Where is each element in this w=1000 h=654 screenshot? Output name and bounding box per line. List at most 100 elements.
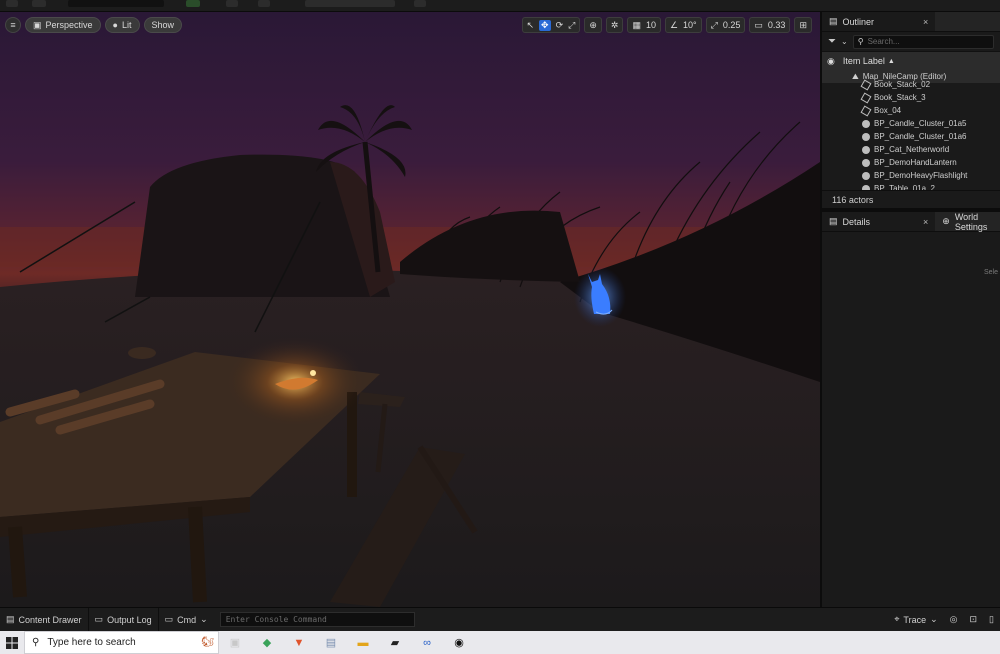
content-drawer-button[interactable]: ▤ Content Drawer (0, 608, 89, 631)
photos-app-icon[interactable]: ▤ (315, 631, 347, 654)
outliner-item[interactable]: Book_Stack_02 (822, 78, 1000, 91)
select-icon[interactable]: ↖ (527, 20, 535, 31)
mode-icon[interactable] (32, 0, 46, 7)
grid-snap[interactable]: ▦ 10 (627, 17, 661, 33)
file-explorer-icon[interactable]: ▬ (347, 631, 379, 654)
meta-app-icon[interactable]: ∞ (411, 631, 443, 654)
source-control-icon[interactable]: ⊡ (964, 608, 984, 631)
outliner-item-label: BP_Table_01a_2 (874, 184, 935, 190)
outliner-item[interactable]: BP_DemoHandLantern (822, 156, 1000, 169)
static-mesh-icon (860, 92, 872, 103)
lit-button[interactable]: ● Lit (104, 17, 140, 33)
layout-icon: ⊞ (799, 19, 807, 30)
camera-speed[interactable]: ▭ 0.33 (749, 17, 791, 33)
blueprint-icon (862, 171, 870, 180)
viewport-menu-button[interactable]: ≡ (5, 17, 21, 33)
blueprint-icon (862, 184, 870, 190)
details-tab-bar: ▤ Details × ⊕ World Settings (822, 212, 1000, 232)
close-icon[interactable]: × (923, 217, 928, 227)
outliner-item-label: BP_Candle_Cluster_01a6 (874, 132, 967, 141)
static-mesh-icon (860, 105, 872, 116)
outliner-item[interactable]: BP_Candle_Cluster_01a6 (822, 130, 1000, 143)
save-icon[interactable] (6, 0, 18, 7)
outliner-item-label: Box_04 (874, 106, 902, 115)
outliner-item-label: Book_Stack_3 (874, 93, 926, 102)
blueprint-icon (862, 132, 870, 141)
visibility-eye-icon[interactable]: ◉ (827, 56, 835, 67)
unreal-engine-icon[interactable]: ◉ (443, 631, 475, 654)
taskbar-search-input[interactable]: ⚲ Type here to search 🐿 (24, 631, 219, 654)
rotate-icon[interactable]: ⟳ (556, 20, 564, 31)
terminal-icon: ▭ (164, 614, 174, 624)
platforms-icon[interactable] (414, 0, 426, 7)
play-controls[interactable] (305, 0, 395, 7)
outliner-item[interactable]: BP_Candle_Cluster_01a5 (822, 117, 1000, 130)
outliner-item[interactable]: Box_04 (822, 104, 1000, 117)
windows-start-button[interactable] (0, 631, 24, 654)
cmd-dropdown[interactable]: ▭ Cmd ⌄ (159, 608, 214, 631)
rotation-snap[interactable]: ∠ 10° (664, 17, 702, 33)
outliner-item-label: BP_Cat_Netherworld (874, 145, 950, 154)
blueprint-icon (862, 158, 870, 167)
revision-control-icon[interactable]: ▯ (983, 608, 1000, 631)
angle-icon: ∠ (669, 19, 679, 30)
outliner-item-label: BP_Candle_Cluster_01a5 (874, 119, 967, 128)
console-command-input[interactable]: Enter Console Command (219, 612, 415, 627)
world-local-toggle[interactable]: ⊕ (584, 17, 602, 33)
globe-icon: ⊕ (589, 19, 597, 30)
camera-icon: ▭ (754, 19, 763, 30)
outliner-icon: ▤ (829, 16, 838, 26)
scale-snap[interactable]: ⤢ 0.25 (705, 17, 746, 33)
globe-icon: ⊕ (942, 216, 950, 226)
outliner-toolbar: ⏷ ⌄ ⚲ Search... (822, 32, 1000, 52)
tab-outliner[interactable]: ▤ Outliner × (822, 12, 936, 31)
epic-games-launcher-icon[interactable]: ▰ (379, 631, 411, 654)
grid-icon: ▦ (632, 19, 641, 30)
outliner-item[interactable]: Book_Stack_3 (822, 91, 1000, 104)
details-hint: Sele (983, 269, 998, 276)
output-log-icon: ▭ (94, 614, 104, 624)
transform-tools[interactable]: ↖ ✥ ⟳ ⤢ (521, 17, 581, 33)
level-viewport[interactable]: ≡ ▣ Perspective ● Lit Show ↖ ✥ ⟳ ⤢ ⊕ ✲ ▦ 10… (0, 12, 820, 607)
task-view-icon[interactable]: ▣ (219, 631, 251, 654)
trace-button[interactable]: ⌖ Trace ⌄ (888, 608, 943, 631)
close-icon[interactable]: × (923, 17, 928, 27)
blueprint-icon (862, 145, 870, 154)
outliner-column-header[interactable]: ◉ Item Label ▲ (822, 52, 1000, 70)
search-icon: ⚲ (32, 637, 40, 648)
main-toolbar (0, 0, 1000, 12)
outliner-item-label: BP_DemoHeavyFlashlight (874, 171, 968, 180)
search-highlight-icon: 🐿 (201, 637, 214, 648)
outliner-tab-bar: ▤ Outliner × (822, 12, 1000, 32)
chevron-down-icon[interactable]: ⌄ (841, 37, 848, 46)
outliner-item[interactable]: BP_DemoHeavyFlashlight (822, 169, 1000, 182)
output-log-button[interactable]: ▭ Output Log (89, 608, 159, 631)
trace-icon: ⌖ (894, 614, 900, 624)
translate-icon[interactable]: ✥ (539, 19, 551, 31)
windows-taskbar: ⚲ Type here to search 🐿 ▣ ◆ ▼ ▤ ▬ ▰ ∞ ◉ (0, 631, 1000, 654)
tab-world-settings[interactable]: ⊕ World Settings (935, 212, 1000, 232)
add-actor-icon[interactable] (186, 0, 200, 7)
outliner-tree[interactable]: ⛰ Map_NileCamp (Editor) Book_Stack_02 Boo… (822, 70, 1000, 190)
outliner-item-label: BP_DemoHandLantern (874, 158, 957, 167)
derived-data-icon[interactable]: ◎ (944, 608, 964, 631)
filter-icon[interactable]: ⏷ (828, 36, 836, 47)
viewport-layout-button[interactable]: ⊞ (794, 17, 812, 33)
surface-snap-toggle[interactable]: ✲ (605, 17, 624, 33)
scale-icon[interactable]: ⤢ (568, 20, 575, 31)
unreal-editor-window: ≡ ▣ Perspective ● Lit Show ↖ ✥ ⟳ ⤢ ⊕ ✲ ▦ 10… (0, 0, 1000, 654)
outliner-item[interactable]: BP_Cat_Netherworld (822, 143, 1000, 156)
outliner-search-input[interactable]: ⚲ Search... (852, 34, 994, 49)
static-mesh-icon (860, 79, 872, 90)
tab-details[interactable]: ▤ Details × (822, 212, 936, 231)
blueprint-icon[interactable] (226, 0, 238, 7)
lit-icon: ● (112, 20, 118, 30)
scale-snap-icon: ⤢ (710, 19, 718, 30)
show-button[interactable]: Show (143, 17, 183, 33)
perspective-button[interactable]: ▣ Perspective (25, 17, 101, 33)
outliner-item[interactable]: BP_Table_01a_2 (822, 182, 1000, 190)
app-icon-colorful[interactable]: ◆ (251, 631, 283, 654)
toolbar-search-field[interactable] (68, 0, 164, 7)
cinematics-icon[interactable] (258, 0, 270, 7)
brave-browser-icon[interactable]: ▼ (283, 631, 315, 654)
